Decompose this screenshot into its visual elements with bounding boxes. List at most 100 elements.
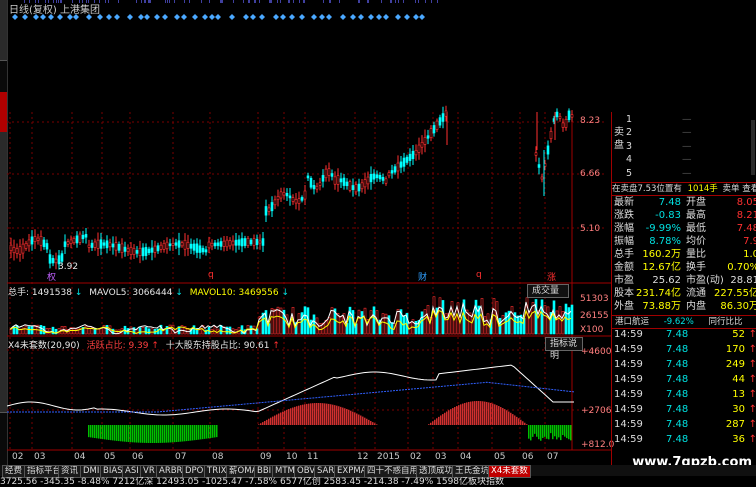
sector-compare-link[interactable]: 同行比比 [709, 317, 743, 327]
quote-value: -0.83 [655, 210, 681, 221]
quote-value: 160.2万 [642, 249, 681, 260]
x-axis-label: 07 [175, 452, 187, 462]
x-axis-label: 08 [212, 452, 224, 462]
x-axis-label: 05 [494, 452, 506, 462]
tick-volume: 36 [732, 434, 745, 445]
tick-up-arrow-icon: ↑ [748, 404, 756, 415]
quote-key: 内盘 [686, 301, 706, 312]
quote-row: 金额 12.67亿 换手 0.70% [614, 262, 756, 273]
sell-order-button[interactable]: 卖单 [722, 184, 739, 194]
tick-row: 14:59 7.48 249 ↑ [614, 359, 756, 370]
quote-value: 73.88万 [642, 301, 681, 312]
order-book-scrollbar[interactable] [751, 120, 755, 175]
tick-price: 7.48 [666, 434, 689, 445]
quote-key: 涨幅 [614, 223, 634, 234]
x-axis-label: 07 [547, 452, 559, 462]
tick-row: 14:59 7.48 13 ↑ [614, 389, 756, 400]
sector-bar: 港口航运 -9.62% 同行比比 [612, 315, 756, 329]
x-axis-label: 10 [286, 452, 298, 462]
tick-volume: 13 [732, 389, 745, 400]
quote-row: 总手 160.2万 量比 1.0 [614, 249, 756, 260]
quote-key: 量比 [686, 249, 706, 260]
quote-value: 227.55亿 [714, 288, 756, 299]
view-detail-button[interactable]: 查看详细 [742, 184, 756, 194]
x-axis-label: 06 [522, 452, 534, 462]
x-axis-label: 2015 [377, 452, 400, 462]
tick-row: 14:59 7.48 30 ↑ [614, 404, 756, 415]
sector-name[interactable]: 港口航运 [615, 317, 649, 327]
tick-time: 14:59 [614, 404, 643, 415]
quote-key: 均价 [686, 236, 706, 247]
quote-row: 涨幅 -9.99% 最低 7.48 [614, 223, 756, 234]
quote-key: 总手 [614, 249, 634, 260]
tick-up-arrow-icon: ↑ [748, 419, 756, 430]
x-axis-label: 04 [74, 452, 86, 462]
quote-key: 金额 [614, 262, 634, 273]
sell-level-1: 1 [626, 114, 633, 125]
quote-row: 外盘 73.88万 内盘 86.30万 [614, 301, 756, 312]
quote-key: 股本 [614, 288, 634, 299]
quote-key: 开盘 [686, 197, 706, 208]
quote-value: 231.74亿 [636, 288, 681, 299]
tick-time: 14:59 [614, 359, 643, 370]
x-axis-label: 06 [132, 452, 144, 462]
tick-up-arrow-icon: ↑ [748, 434, 756, 445]
tick-row: 14:59 7.48 44 ↑ [614, 374, 756, 385]
quote-value: 8.78% [649, 236, 681, 247]
tick-up-arrow-icon: ↑ [748, 344, 756, 355]
tick-time: 14:59 [614, 329, 643, 340]
sell-label-2: 盘 [614, 140, 624, 151]
quote-key: 市盈(动) [686, 275, 724, 286]
tick-list: 14:59 7.48 52 ↑ 14:59 7.48 170 ↑ 14:59 7.48 249 ↑ 14… [614, 329, 756, 459]
quote-row: 振幅 8.78% 均价 7.9 [614, 236, 756, 247]
quote-key: 涨跌 [614, 210, 634, 221]
quote-key: 市盈 [614, 275, 634, 286]
quote-value: 7.48 [736, 223, 756, 234]
tick-volume: 44 [732, 374, 745, 385]
x-axis-label: 09 [260, 452, 272, 462]
tick-up-arrow-icon: ↑ [748, 329, 756, 340]
tick-up-arrow-icon: ↑ [748, 374, 756, 385]
x-axis-label: 02 [410, 452, 422, 462]
x-axis-label: 04 [460, 452, 472, 462]
sell-level-3: 3 [626, 140, 633, 152]
tick-price: 7.48 [666, 389, 689, 400]
quote-key: 流通 [686, 288, 706, 299]
quote-value: 7.9 [743, 236, 756, 247]
tick-price: 7.48 [666, 359, 689, 370]
tick-row: 14:59 7.48 170 ↑ [614, 344, 756, 355]
x-axis-label: 03 [435, 452, 447, 462]
order-book-levels: 1 2 3 4 5 [626, 113, 632, 180]
tick-volume: 170 [725, 344, 745, 355]
order-status-text: 在卖盘7.53位置有 [612, 184, 682, 194]
sell-level-2: 2 [626, 127, 633, 139]
quote-value: 12.67亿 [642, 262, 681, 273]
tick-time: 14:59 [614, 389, 643, 400]
order-status-qty: 1014手 [687, 184, 718, 194]
quote-value: 25.62 [652, 275, 681, 286]
tick-time: 14:59 [614, 344, 643, 355]
quote-row: 最新 7.48 开盘 8.05 [614, 197, 756, 208]
sell-level-4: 4 [626, 154, 633, 166]
x-axis: 02 03 04 05 06 07 08 09 10 11 12 2015 02 03 04 05 06 07 [0, 0, 604, 465]
quote-key: 振幅 [614, 236, 634, 247]
quote-row: 市盈 25.62 市盈(动) 28.81 [614, 275, 756, 286]
x-axis-label: 03 [34, 452, 46, 462]
quote-value: 86.30万 [720, 301, 756, 312]
order-status-bar: 在卖盘7.53位置有 1014手 卖单 查看详细 [612, 182, 756, 196]
x-axis-label: 02 [12, 452, 24, 462]
tick-volume: 287 [725, 419, 745, 430]
tick-time: 14:59 [614, 434, 643, 445]
tick-volume: 30 [732, 404, 745, 415]
tick-row: 14:59 7.48 287 ↑ [614, 419, 756, 430]
market-status-bar: 3725.56 -345.35 -8.48% 7212亿深 12493.05 -… [0, 477, 505, 487]
quote-key: 外盘 [614, 301, 634, 312]
x-axis-label: 12 [357, 452, 369, 462]
tick-volume: 249 [725, 359, 745, 370]
tick-row: 14:59 7.48 36 ↑ [614, 434, 756, 445]
x-axis-label: 05 [104, 452, 116, 462]
quote-key: 最低 [686, 223, 706, 234]
quote-value: 7.48 [658, 197, 681, 208]
quote-row: 股本 231.74亿 流通 227.55亿 [614, 288, 756, 299]
quote-row: 涨跌 -0.83 最高 8.21 [614, 210, 756, 221]
